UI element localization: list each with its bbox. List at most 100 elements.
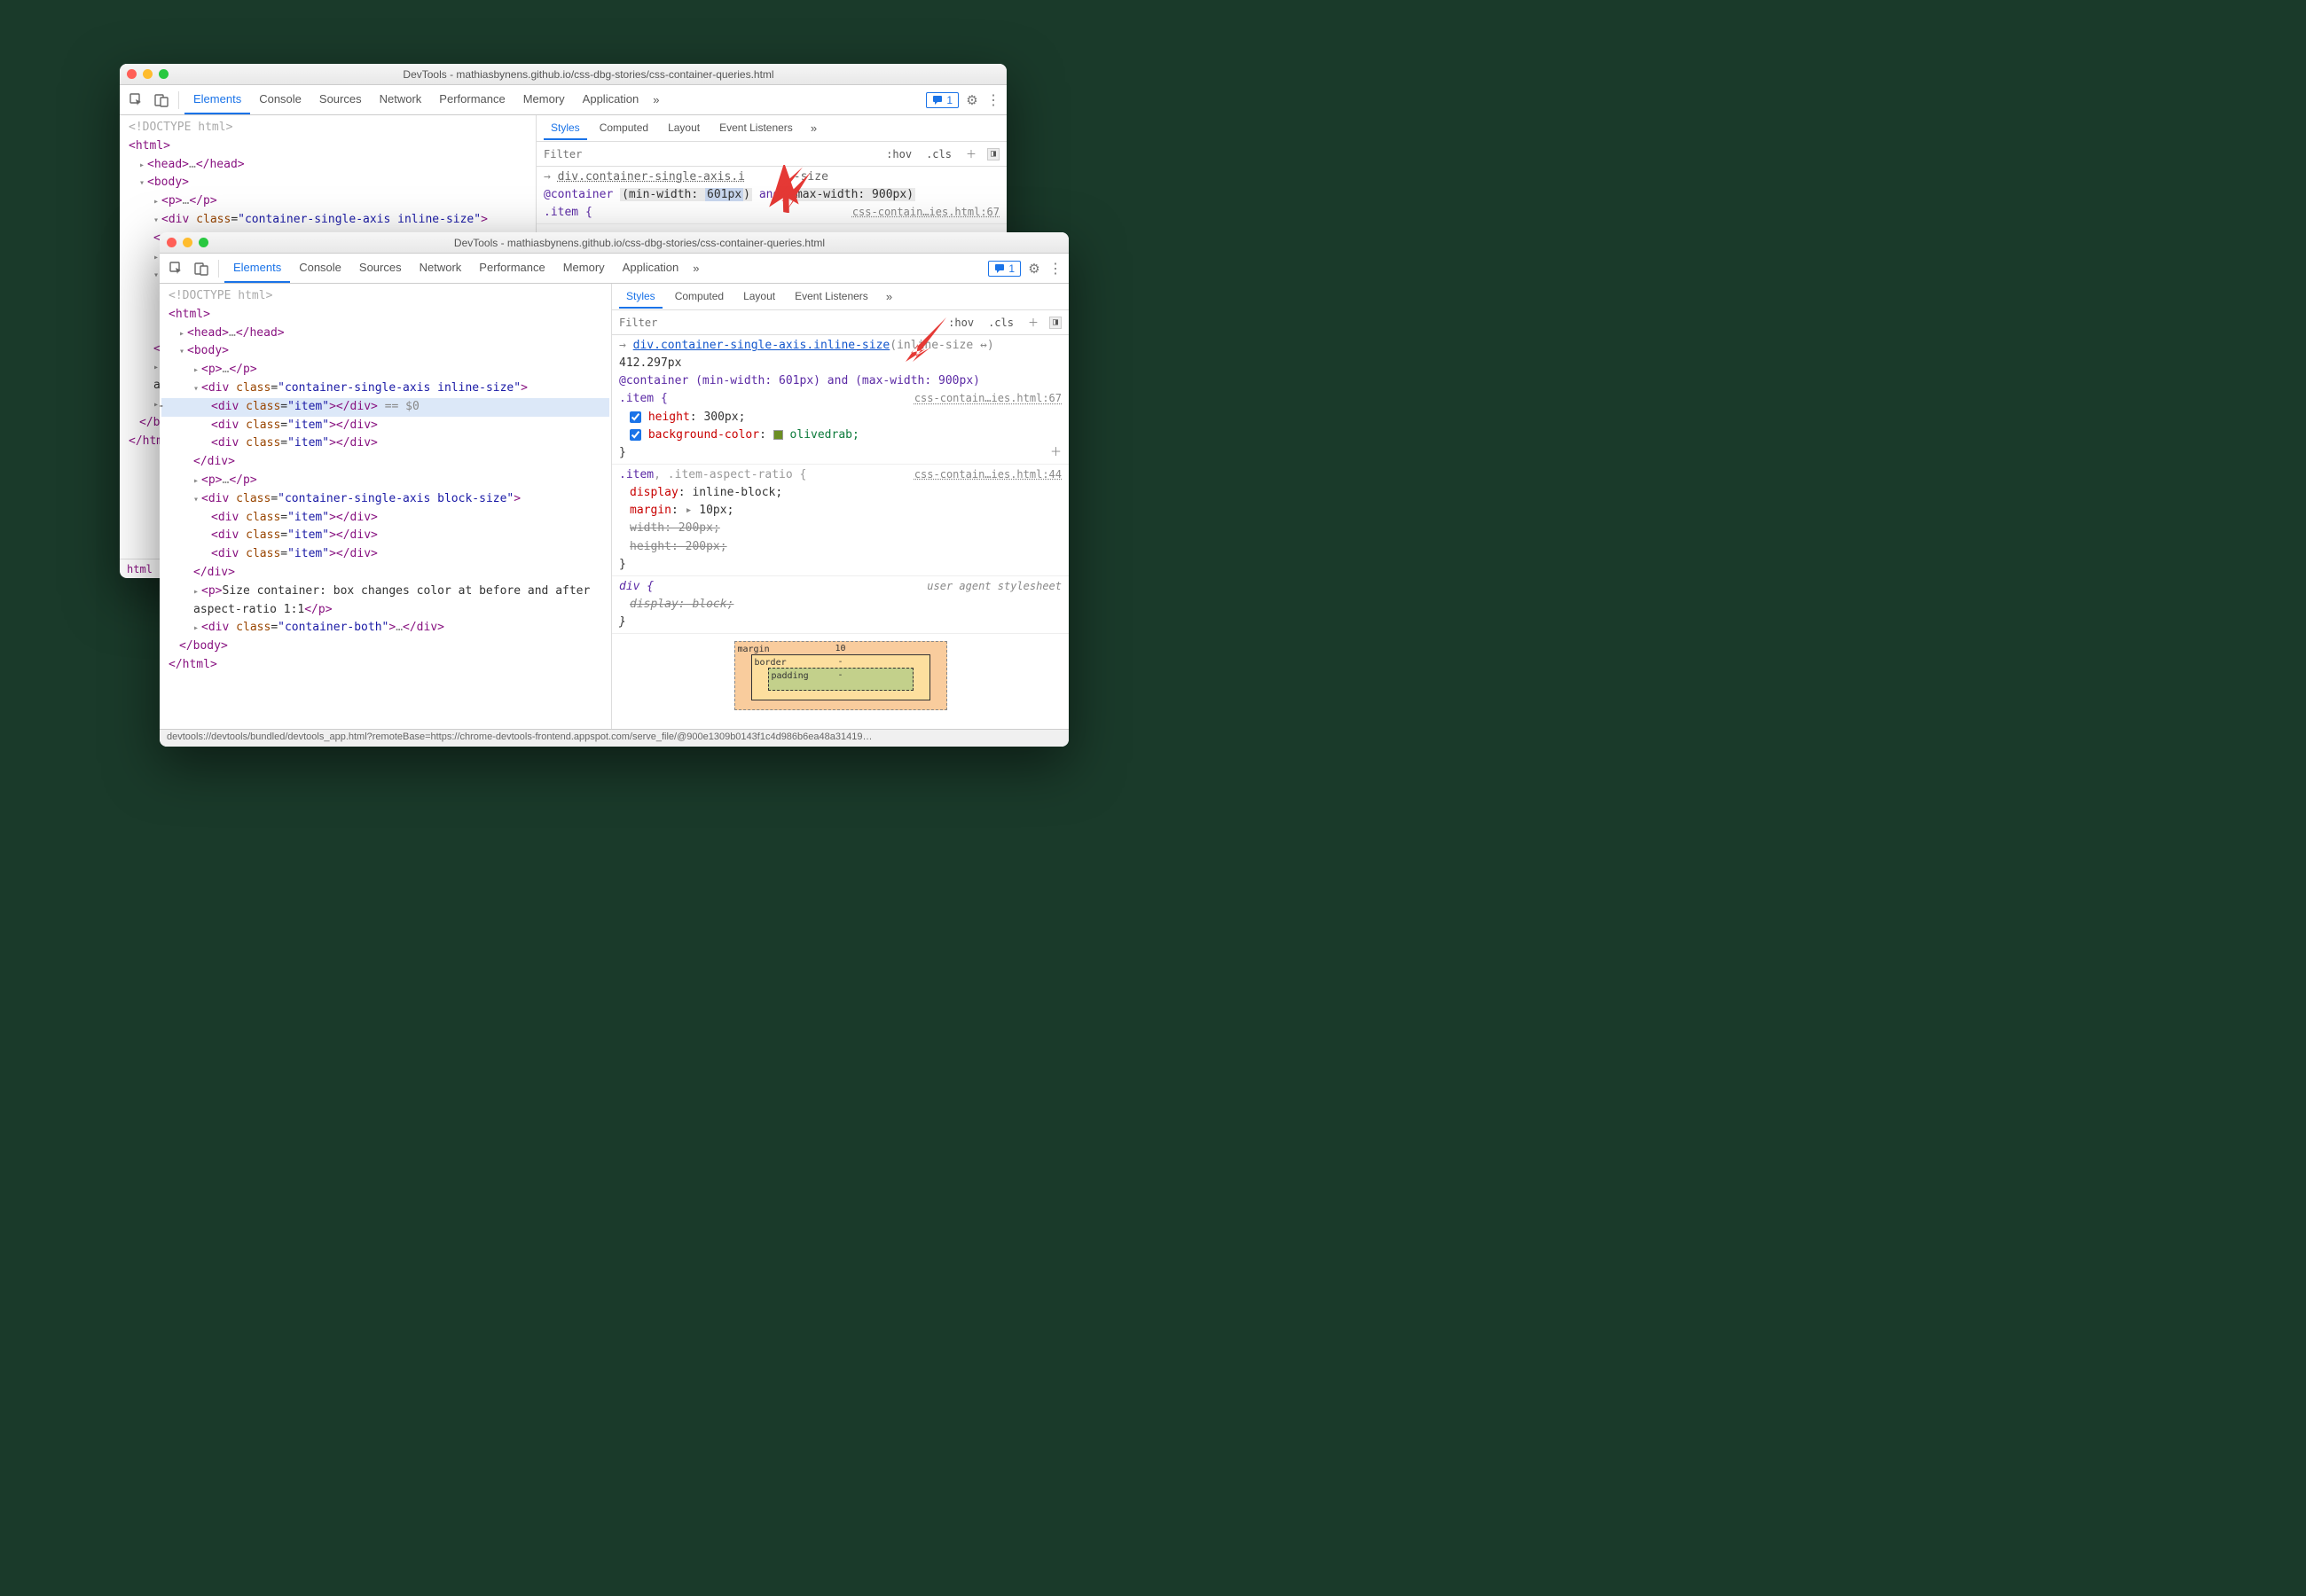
user-agent-label: user agent stylesheet <box>927 578 1062 595</box>
container-link[interactable]: div.container-single-axis.inline-size <box>633 339 890 352</box>
filter-input[interactable] <box>619 317 937 329</box>
tab-performance[interactable]: Performance <box>470 254 553 283</box>
tab-sources[interactable]: Sources <box>310 85 371 114</box>
inspect-icon[interactable] <box>125 89 148 112</box>
crumb-html[interactable]: html <box>127 563 153 575</box>
cls-button[interactable]: .cls <box>984 317 1017 329</box>
overridden-property[interactable]: width: 200px; <box>630 521 720 535</box>
tab-network[interactable]: Network <box>411 254 471 283</box>
settings-icon[interactable]: ⚙ <box>1024 261 1044 277</box>
source-link[interactable]: css-contain…ies.html:44 <box>914 466 1062 483</box>
property-toggle[interactable] <box>630 411 641 423</box>
device-icon[interactable] <box>150 89 173 112</box>
disclosure-triangle-icon[interactable] <box>193 473 201 487</box>
new-rule-icon[interactable]: ＋ <box>962 146 980 161</box>
box-model[interactable]: margin 10 border - padding - <box>612 634 1069 717</box>
issues-badge[interactable]: 1 <box>926 92 959 108</box>
tab-performance[interactable]: Performance <box>430 85 514 114</box>
issues-count: 1 <box>946 94 953 106</box>
container-rule: @container <box>544 188 613 201</box>
tabs-overflow-icon[interactable]: » <box>687 262 704 275</box>
window-title: DevTools - mathiasbynens.github.io/css-d… <box>177 68 1000 81</box>
menu-icon[interactable]: ⋮ <box>1047 260 1063 278</box>
dom-tree[interactable]: <!DOCTYPE html> <html> <head>…</head> <b… <box>160 284 612 729</box>
main-tabs: Elements Console Sources Network Perform… <box>224 254 986 283</box>
selected-node[interactable]: ⋯<div class="item"></div> == $0 <box>161 398 609 417</box>
close-icon[interactable] <box>167 238 176 247</box>
traffic-lights[interactable] <box>127 69 169 79</box>
cls-button[interactable]: .cls <box>922 148 955 160</box>
container-query: @container (min-width: 601px) and (max-w… <box>619 372 1062 390</box>
disclosure-triangle-icon[interactable] <box>193 381 201 395</box>
device-icon[interactable] <box>190 257 213 280</box>
subtab-event-listeners[interactable]: Event Listeners <box>712 117 800 140</box>
tab-elements[interactable]: Elements <box>224 254 290 283</box>
disclosure-triangle-icon[interactable] <box>193 584 201 598</box>
disclosure-triangle-icon[interactable] <box>193 363 201 376</box>
overridden-property[interactable]: height: 200px; <box>630 540 727 553</box>
titlebar: DevTools - mathiasbynens.github.io/css-d… <box>160 232 1069 254</box>
maximize-icon[interactable] <box>199 238 208 247</box>
subtab-styles[interactable]: Styles <box>544 117 587 140</box>
property-toggle[interactable] <box>630 429 641 441</box>
disclosure-triangle-icon[interactable] <box>153 213 161 226</box>
subtab-styles[interactable]: Styles <box>619 286 663 309</box>
message-icon <box>994 263 1005 274</box>
sidebar-toggle-icon[interactable]: ◨ <box>987 148 1000 160</box>
tab-network[interactable]: Network <box>371 85 431 114</box>
sidebar-toggle-icon[interactable]: ◨ <box>1049 317 1062 329</box>
main-tabs: Elements Console Sources Network Perform… <box>184 85 924 114</box>
devtools-window-front: DevTools - mathiasbynens.github.io/css-d… <box>160 232 1069 747</box>
styles-list[interactable]: → div.container-single-axis.inline-size(… <box>612 335 1069 729</box>
maximize-icon[interactable] <box>159 69 169 79</box>
source-link[interactable]: css-contain…ies.html:67 <box>914 390 1062 407</box>
disclosure-triangle-icon[interactable] <box>139 158 147 171</box>
inspect-icon[interactable] <box>165 257 188 280</box>
annotation-arrow-icon <box>900 312 953 365</box>
issues-count: 1 <box>1008 262 1015 275</box>
container-size: 412.297px <box>619 356 681 370</box>
tab-elements[interactable]: Elements <box>184 85 250 114</box>
disclosure-triangle-icon[interactable] <box>179 326 187 340</box>
container-link[interactable]: div.container-single-axis.i <box>558 170 745 184</box>
overridden-property: display: block; <box>630 598 733 611</box>
traffic-lights[interactable] <box>167 238 208 247</box>
menu-icon[interactable]: ⋮ <box>985 91 1001 109</box>
tab-memory[interactable]: Memory <box>514 85 574 114</box>
dom-doctype: <!DOCTYPE html> <box>129 121 232 134</box>
minimize-icon[interactable] <box>183 238 192 247</box>
disclosure-triangle-icon[interactable] <box>179 344 187 357</box>
subtabs-overflow-icon[interactable]: » <box>805 121 822 135</box>
add-property-icon[interactable]: ＋ <box>1050 444 1062 462</box>
disclosure-triangle-icon[interactable] <box>193 621 201 634</box>
subtab-layout[interactable]: Layout <box>661 117 707 140</box>
settings-icon[interactable]: ⚙ <box>962 92 982 108</box>
color-swatch-icon[interactable] <box>773 430 783 440</box>
tab-console[interactable]: Console <box>290 254 350 283</box>
subtab-computed[interactable]: Computed <box>592 117 655 140</box>
subtab-layout[interactable]: Layout <box>736 286 782 309</box>
styles-tabs: Styles Computed Layout Event Listeners » <box>537 115 1007 142</box>
tabs-overflow-icon[interactable]: » <box>647 93 664 106</box>
tab-application[interactable]: Application <box>614 254 688 283</box>
minimize-icon[interactable] <box>143 69 153 79</box>
tab-memory[interactable]: Memory <box>554 254 614 283</box>
tab-console[interactable]: Console <box>250 85 310 114</box>
close-icon[interactable] <box>127 69 137 79</box>
tab-application[interactable]: Application <box>574 85 648 114</box>
titlebar: DevTools - mathiasbynens.github.io/css-d… <box>120 64 1007 85</box>
issues-badge[interactable]: 1 <box>988 261 1021 277</box>
main-toolbar: Elements Console Sources Network Perform… <box>120 85 1007 115</box>
hov-button[interactable]: :hov <box>882 148 915 160</box>
disclosure-triangle-icon[interactable] <box>139 176 147 189</box>
source-link[interactable]: css-contain…ies.html:67 <box>852 204 1000 221</box>
disclosure-triangle-icon[interactable] <box>193 492 201 505</box>
subtabs-overflow-icon[interactable]: » <box>881 290 898 303</box>
tab-sources[interactable]: Sources <box>350 254 411 283</box>
new-rule-icon[interactable]: ＋ <box>1024 315 1042 330</box>
filter-input[interactable] <box>544 148 875 160</box>
subtab-computed[interactable]: Computed <box>668 286 731 309</box>
disclosure-triangle-icon[interactable] <box>153 194 161 207</box>
dom-text: Size container: box changes color at bef… <box>193 584 590 616</box>
subtab-event-listeners[interactable]: Event Listeners <box>788 286 875 309</box>
